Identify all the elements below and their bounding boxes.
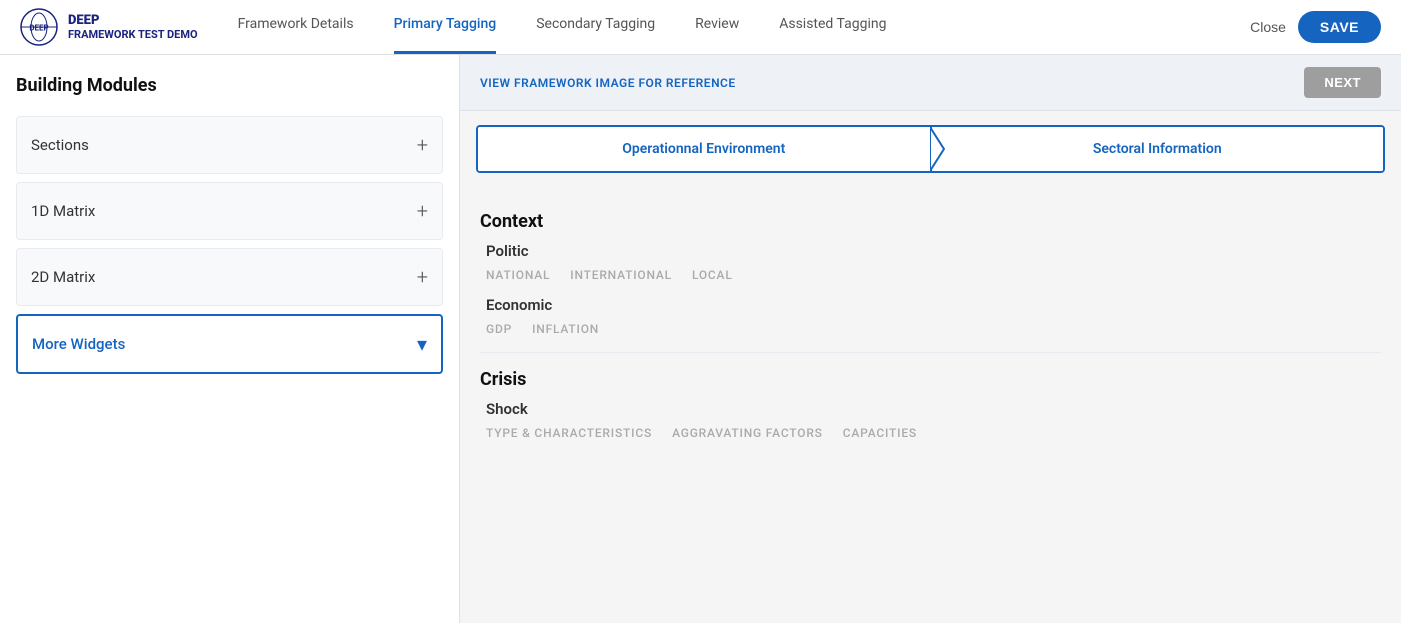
logo-text: DEEP FRAMEWORK TEST DEMO — [68, 13, 198, 41]
sidebar-title: Building Modules — [16, 75, 443, 96]
main-layout: Building Modules Sections + 1D Matrix + … — [0, 55, 1401, 623]
close-button[interactable]: Close — [1250, 19, 1286, 35]
nav-links: Framework Details Primary Tagging Second… — [238, 0, 1251, 54]
svg-text:DEEP: DEEP — [29, 24, 48, 33]
deep-logo-icon: DEEP — [20, 8, 58, 46]
tag-aggravating-factors: AGGRAVATING FACTORS — [672, 426, 823, 440]
header-actions: Close SAVE — [1250, 11, 1381, 43]
tag-inflation: INFLATION — [532, 322, 599, 336]
context-heading: Context — [480, 211, 1381, 232]
sidebar: Building Modules Sections + 1D Matrix + … — [0, 55, 460, 623]
tab-chevron-icon — [930, 127, 946, 171]
tag-type-characteristics: TYPE & CHARACTERISTICS — [486, 426, 652, 440]
section-context: Context Politic NATIONAL INTERNATIONAL L… — [480, 211, 1381, 336]
logo-area: DEEP DEEP FRAMEWORK TEST DEMO — [20, 8, 198, 46]
plus-icon-sections: + — [417, 133, 428, 157]
sub-section-shock: Shock TYPE & CHARACTERISTICS AGGRAVATING… — [480, 400, 1381, 440]
politic-tags: NATIONAL INTERNATIONAL LOCAL — [480, 268, 1381, 282]
sub-section-economic: Economic GDP INFLATION — [480, 296, 1381, 336]
nav-secondary-tagging[interactable]: Secondary Tagging — [536, 0, 655, 54]
tag-local: LOCAL — [692, 268, 733, 282]
view-framework-bar: VIEW FRAMEWORK IMAGE FOR REFERENCE NEXT — [460, 55, 1401, 111]
tab-sectoral-information[interactable]: Sectoral Information — [932, 127, 1384, 171]
politic-sub-heading: Politic — [480, 242, 1381, 260]
nav-review[interactable]: Review — [695, 0, 739, 54]
economic-sub-heading: Economic — [480, 296, 1381, 314]
chevron-down-icon-more-widgets: ▾ — [417, 332, 427, 356]
sidebar-item-more-widgets[interactable]: More Widgets ▾ — [16, 314, 443, 374]
nav-assisted-tagging[interactable]: Assisted Tagging — [779, 0, 886, 54]
header: DEEP DEEP FRAMEWORK TEST DEMO Framework … — [0, 0, 1401, 55]
sidebar-2d-matrix-label: 2D Matrix — [31, 268, 95, 286]
main-content: Context Politic NATIONAL INTERNATIONAL L… — [460, 187, 1401, 464]
sidebar-sections-label: Sections — [31, 136, 89, 154]
plus-icon-1d-matrix: + — [417, 199, 428, 223]
sidebar-item-2d-matrix[interactable]: 2D Matrix + — [16, 248, 443, 306]
nav-framework-details[interactable]: Framework Details — [238, 0, 354, 54]
shock-tags: TYPE & CHARACTERISTICS AGGRAVATING FACTO… — [480, 426, 1381, 440]
sidebar-1d-matrix-label: 1D Matrix — [31, 202, 95, 220]
next-button[interactable]: NEXT — [1304, 67, 1381, 98]
sidebar-more-widgets-label: More Widgets — [32, 335, 125, 353]
crisis-heading: Crisis — [480, 369, 1381, 390]
save-button[interactable]: SAVE — [1298, 11, 1381, 43]
section-tabs: Operationnal Environment Sectoral Inform… — [476, 125, 1385, 173]
sidebar-item-sections[interactable]: Sections + — [16, 116, 443, 174]
sidebar-item-1d-matrix[interactable]: 1D Matrix + — [16, 182, 443, 240]
tag-gdp: GDP — [486, 322, 512, 336]
tag-capacities: CAPACITIES — [843, 426, 917, 440]
tag-international: INTERNATIONAL — [570, 268, 672, 282]
tag-national: NATIONAL — [486, 268, 550, 282]
nav-primary-tagging[interactable]: Primary Tagging — [394, 0, 497, 54]
section-crisis: Crisis Shock TYPE & CHARACTERISTICS AGGR… — [480, 369, 1381, 440]
section-divider — [480, 352, 1381, 353]
view-framework-link[interactable]: VIEW FRAMEWORK IMAGE FOR REFERENCE — [480, 76, 736, 90]
tab-operational-environment[interactable]: Operationnal Environment — [478, 127, 932, 171]
sub-section-politic: Politic NATIONAL INTERNATIONAL LOCAL — [480, 242, 1381, 282]
content-area: VIEW FRAMEWORK IMAGE FOR REFERENCE NEXT … — [460, 55, 1401, 623]
economic-tags: GDP INFLATION — [480, 322, 1381, 336]
plus-icon-2d-matrix: + — [417, 265, 428, 289]
shock-sub-heading: Shock — [480, 400, 1381, 418]
